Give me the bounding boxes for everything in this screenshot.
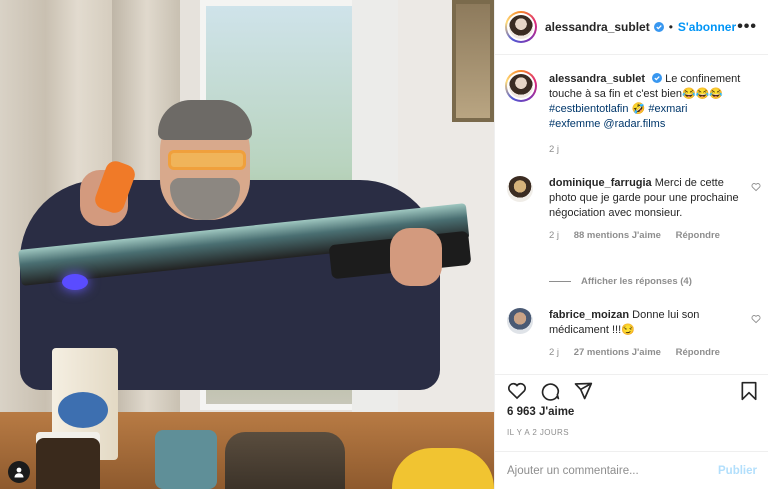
toy-sword-light bbox=[62, 274, 88, 290]
hand bbox=[390, 228, 442, 286]
post-header: alessandra_sublet • S'abonner ••• bbox=[495, 0, 768, 55]
header-username[interactable]: alessandra_sublet bbox=[545, 20, 650, 34]
avatar[interactable] bbox=[507, 176, 533, 202]
comment-icon[interactable] bbox=[540, 381, 560, 401]
caption-body: alessandra_sublet Le confinement touche … bbox=[549, 72, 761, 132]
replies-line bbox=[549, 280, 571, 282]
bookmark-icon[interactable] bbox=[739, 381, 759, 401]
comment-input[interactable] bbox=[507, 464, 719, 477]
caption-username[interactable]: alessandra_sublet bbox=[549, 73, 645, 85]
mug bbox=[155, 430, 217, 489]
add-comment-bar: Publier bbox=[495, 451, 768, 489]
comment-meta: 2 j 88 mentions J'aime Répondre bbox=[549, 230, 761, 241]
painting bbox=[452, 0, 494, 122]
carton-label bbox=[58, 392, 108, 428]
spread-jar bbox=[36, 438, 100, 489]
verified-badge-icon bbox=[652, 73, 663, 83]
comment-body: dominique_farrugia Merci de cette photo … bbox=[549, 176, 743, 221]
mention-link[interactable]: @radar.films bbox=[603, 118, 665, 130]
comment-heart-icon[interactable] bbox=[751, 182, 761, 192]
comment-item: fabrice_moizan Donne lui son médicament … bbox=[507, 308, 761, 358]
comment-heart-icon[interactable] bbox=[751, 314, 761, 324]
toy-glasses bbox=[168, 150, 246, 170]
comment-username[interactable]: dominique_farrugia bbox=[549, 177, 652, 189]
comment-item: dominique_farrugia Merci de cette photo … bbox=[507, 176, 761, 241]
cloth bbox=[225, 432, 345, 489]
view-replies-label: Afficher les réponses (4) bbox=[581, 276, 692, 287]
tagged-users-icon[interactable] bbox=[8, 461, 30, 483]
comment-username[interactable]: fabrice_moizan bbox=[549, 309, 629, 321]
comment-age[interactable]: 2 j bbox=[549, 347, 559, 358]
comments-list[interactable]: alessandra_sublet Le confinement touche … bbox=[495, 56, 768, 374]
reply-button[interactable]: Répondre bbox=[676, 230, 720, 241]
hashtag-link[interactable]: #exmari bbox=[648, 103, 687, 115]
share-icon[interactable] bbox=[573, 381, 593, 401]
publish-button[interactable]: Publier bbox=[718, 465, 757, 477]
avatar[interactable] bbox=[507, 308, 533, 334]
verified-badge-icon bbox=[653, 22, 664, 32]
caption-emoji: 🤣 bbox=[631, 103, 646, 115]
caption: alessandra_sublet Le confinement touche … bbox=[505, 70, 761, 155]
post-timestamp[interactable]: IL Y A 2 JOURS bbox=[507, 428, 569, 437]
post-photo[interactable] bbox=[0, 0, 494, 489]
heart-icon[interactable] bbox=[507, 381, 527, 401]
action-bar bbox=[495, 374, 768, 406]
man-hair bbox=[158, 100, 252, 140]
follow-button[interactable]: S'abonner bbox=[678, 20, 736, 34]
instagram-post: alessandra_sublet • S'abonner ••• alessa… bbox=[0, 0, 768, 489]
avatar[interactable] bbox=[505, 11, 537, 43]
more-options-icon[interactable]: ••• bbox=[737, 18, 757, 36]
comment-body: fabrice_moizan Donne lui son médicament … bbox=[549, 308, 743, 338]
avatar[interactable] bbox=[505, 70, 537, 102]
comment-meta: 2 j 27 mentions J'aime Répondre bbox=[549, 347, 761, 358]
hashtag-link[interactable]: #exfemme bbox=[549, 118, 600, 130]
separator: • bbox=[668, 20, 673, 34]
reply-button[interactable]: Répondre bbox=[676, 347, 720, 358]
caption-meta: 2 j bbox=[549, 144, 761, 155]
comment-age[interactable]: 2 j bbox=[549, 230, 559, 241]
comment-likes[interactable]: 88 mentions J'aime bbox=[574, 230, 661, 241]
hashtag-link[interactable]: #cestbientotlafin bbox=[549, 103, 629, 115]
post-side-panel: alessandra_sublet • S'abonner ••• alessa… bbox=[494, 0, 768, 489]
likes-count[interactable]: 6 963 J'aime bbox=[507, 406, 574, 418]
view-replies-button[interactable]: Afficher les réponses (4) bbox=[549, 276, 692, 287]
comment-likes[interactable]: 27 mentions J'aime bbox=[574, 347, 661, 358]
caption-age[interactable]: 2 j bbox=[549, 144, 559, 155]
